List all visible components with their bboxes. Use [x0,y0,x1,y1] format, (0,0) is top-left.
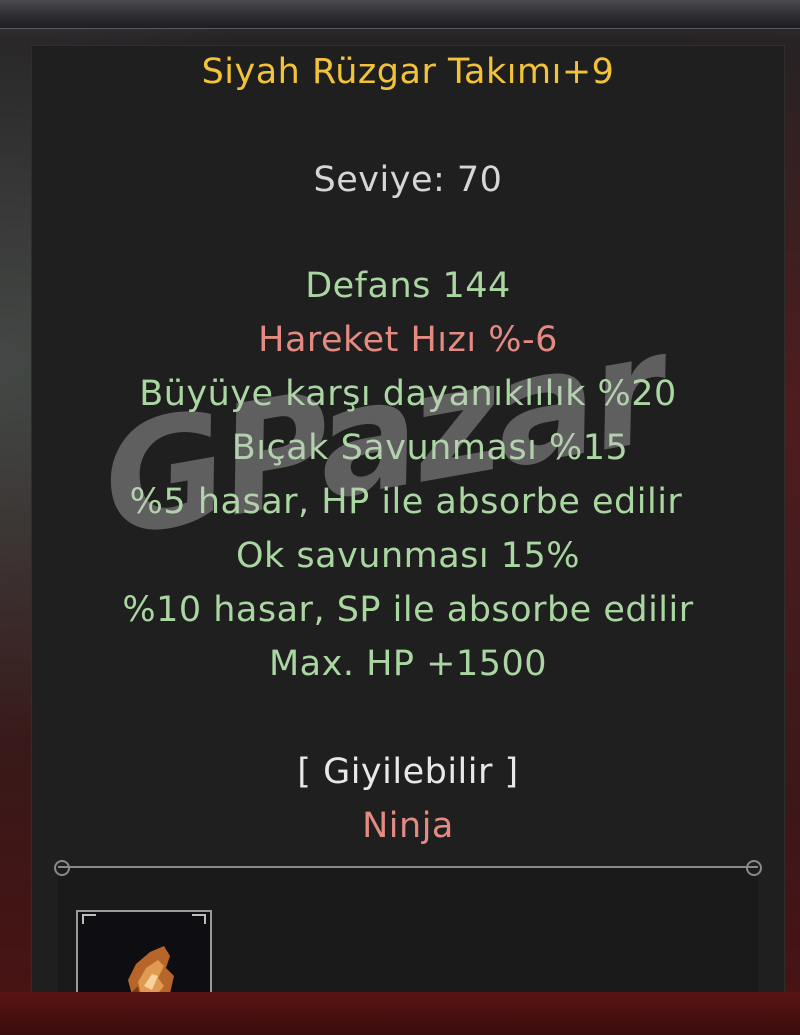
stat-sp-absorb: %10 hasar, SP ile absorbe edilir [122,590,694,630]
class-restriction: Ninja [362,806,454,846]
stat-hp-absorb: %5 hasar, HP ile absorbe edilir [129,482,683,522]
stat-move-speed: Hareket Hızı %-6 [258,320,558,360]
equipment-slot[interactable] [76,910,212,1002]
stat-arrow-defense: Ok savunması 15% [235,536,581,576]
bottom-bar [0,992,800,1035]
item-name: Siyah Rüzgar Takımı+9 [201,52,615,92]
window-top-bar [0,0,800,29]
stat-max-hp: Max. HP +1500 [268,644,548,684]
item-tooltip: Siyah Rüzgar Takımı+9 Seviye: 70 Defans … [32,46,784,992]
stat-blade-defense: Bıçak Savunması %15 [231,428,629,468]
wearable-status: [ Giyilebilir ] [297,752,519,792]
slot-corner-ornament [82,914,96,924]
item-level: Seviye: 70 [313,160,503,200]
stat-magic-resist: Büyüye karşı dayanıklılık %20 [139,374,677,414]
slot-corner-ornament [192,914,206,924]
stat-defense: Defans 144 [305,266,511,306]
